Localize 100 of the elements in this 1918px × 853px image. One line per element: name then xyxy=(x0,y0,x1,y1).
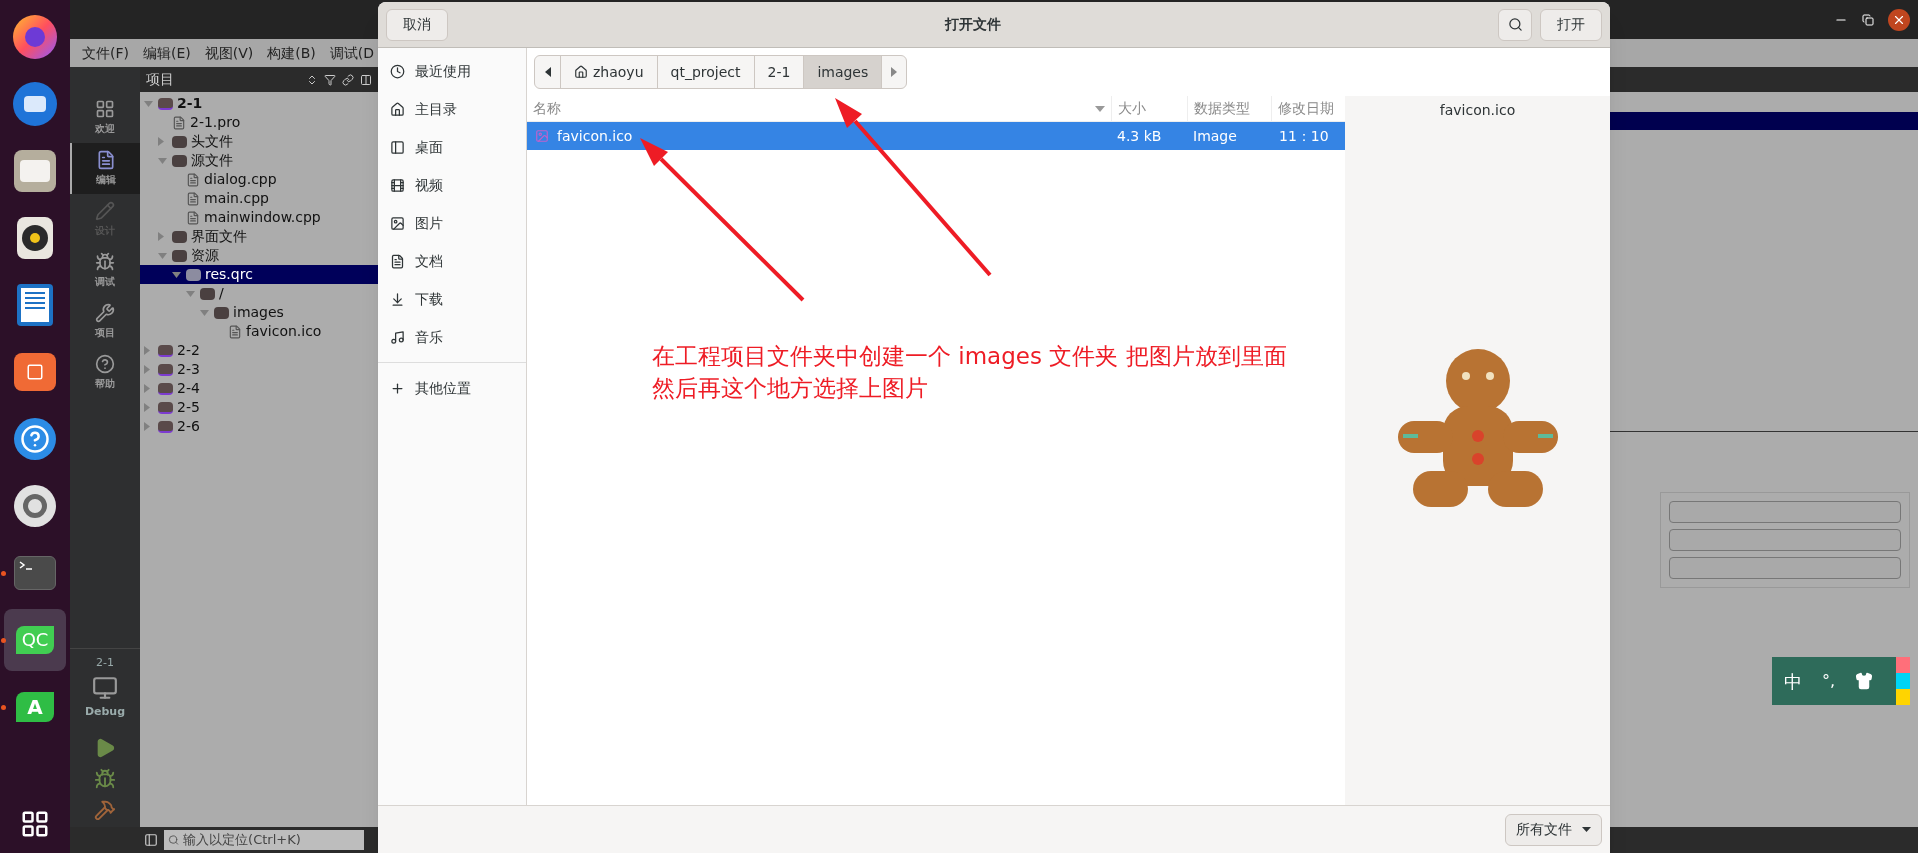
preview-file-name: favicon.ico xyxy=(1439,101,1516,120)
place-item[interactable]: 图片 xyxy=(378,204,526,242)
tree-item[interactable]: 2-1.pro xyxy=(140,113,378,132)
file-size: 4.3 kB xyxy=(1116,126,1163,146)
input-mode-label[interactable]: 中 xyxy=(1772,667,1814,695)
link-icon[interactable] xyxy=(342,73,354,86)
folder-icon xyxy=(214,306,229,319)
input-field[interactable] xyxy=(1669,557,1901,579)
tree-item[interactable]: mainwindow.cpp xyxy=(140,208,378,227)
file-icon xyxy=(228,324,242,339)
place-item[interactable]: 最近使用 xyxy=(378,52,526,90)
mode-symbol-icon xyxy=(96,150,116,170)
annotation-text: 在工程项目文件夹中创建一个 images 文件夹 把图片放到里面 然后再这个地方选择上图片 xyxy=(652,342,1287,403)
place-item[interactable]: 音乐 xyxy=(378,318,526,356)
mode-symbol-icon xyxy=(95,201,115,221)
tree-item[interactable]: 资源 xyxy=(140,246,378,265)
place-icon xyxy=(390,215,405,231)
place-item[interactable]: 其他位置 xyxy=(378,369,526,407)
build-icon[interactable] xyxy=(94,799,116,821)
place-item[interactable]: 桌面 xyxy=(378,128,526,166)
document-icon[interactable] xyxy=(17,284,53,326)
debug-run-icon[interactable] xyxy=(94,768,116,790)
folder-icon xyxy=(158,420,173,433)
mode-button[interactable]: 项目 xyxy=(70,296,140,347)
tree-item[interactable]: 头文件 xyxy=(140,132,378,151)
menu-item[interactable]: 视图(V) xyxy=(204,42,254,64)
column-header[interactable]: 大小 xyxy=(1111,96,1187,121)
folder-icon xyxy=(158,344,173,357)
tree-item[interactable]: 2-3 xyxy=(140,360,378,379)
cancel-button[interactable]: 取消 xyxy=(386,8,448,41)
help-icon[interactable] xyxy=(14,418,56,460)
home-icon xyxy=(574,65,588,79)
file-name: favicon.ico xyxy=(557,126,633,146)
place-item[interactable]: 视频 xyxy=(378,166,526,204)
file-type-dropdown[interactable]: 所有文件 xyxy=(1505,813,1602,846)
open-button[interactable]: 打开 xyxy=(1540,8,1602,41)
place-item[interactable]: 下载 xyxy=(378,280,526,318)
tree-item[interactable]: 源文件 xyxy=(140,151,378,170)
tree-item[interactable]: 界面文件 xyxy=(140,227,378,246)
file-icon xyxy=(186,210,200,225)
sidebar-toggle-icon[interactable] xyxy=(144,833,158,847)
menu-item[interactable]: 调试(D xyxy=(329,42,375,64)
place-icon xyxy=(390,253,405,269)
mode-button[interactable]: 调试 xyxy=(70,245,140,296)
tree-item[interactable]: 2-1 xyxy=(140,94,378,113)
tree-item[interactable]: favicon.ico xyxy=(140,322,378,341)
menu-item[interactable]: 构建(B) xyxy=(267,42,316,64)
place-icon xyxy=(390,380,405,396)
kit-build-label: Debug xyxy=(84,703,126,720)
punctuation-label[interactable]: °, xyxy=(1814,669,1844,693)
filter-icon[interactable] xyxy=(324,73,336,86)
mode-button[interactable]: 编辑 xyxy=(70,143,140,194)
restore-icon[interactable] xyxy=(1862,13,1874,26)
mode-button[interactable]: 帮助 xyxy=(70,347,140,398)
place-icon xyxy=(390,329,405,345)
tree-item[interactable]: dialog.cpp xyxy=(140,170,378,189)
place-icon xyxy=(390,139,405,155)
mode-button[interactable]: 欢迎 xyxy=(70,92,140,143)
place-item[interactable]: 文档 xyxy=(378,242,526,280)
place-item[interactable]: 主目录 xyxy=(378,90,526,128)
monitor-icon[interactable] xyxy=(92,674,118,701)
file-row[interactable]: favicon.ico 4.3 kB Image 11：10 xyxy=(527,122,1345,150)
split-icon[interactable] xyxy=(360,73,372,86)
folder-icon xyxy=(158,401,173,414)
input-field[interactable] xyxy=(1669,501,1901,523)
menu-item[interactable]: 文件(F) xyxy=(82,42,129,64)
dialog-title: 打开文件 xyxy=(943,15,1002,34)
folder-icon xyxy=(158,97,173,110)
tree-item[interactable]: images xyxy=(140,303,378,322)
path-segment[interactable]: images xyxy=(804,56,883,88)
mode-symbol-icon xyxy=(95,252,115,272)
close-button[interactable] xyxy=(1888,8,1910,31)
tree-item[interactable]: 2-5 xyxy=(140,398,378,417)
column-header[interactable]: 数据类型 xyxy=(1187,96,1271,121)
tree-item[interactable]: 2-2 xyxy=(140,341,378,360)
input-field[interactable] xyxy=(1669,529,1901,551)
tree-item[interactable]: 2-4 xyxy=(140,379,378,398)
folder-icon[interactable] xyxy=(14,150,56,192)
search-button[interactable] xyxy=(1498,8,1532,41)
terminal-icon[interactable] xyxy=(14,556,56,590)
tree-item[interactable]: / xyxy=(140,284,378,303)
locator-field[interactable]: 输入以定位(Ctrl+K) xyxy=(164,830,364,850)
tree-item[interactable]: main.cpp xyxy=(140,189,378,208)
menu-item[interactable]: 编辑(E) xyxy=(143,42,191,64)
column-header[interactable]: 名称 xyxy=(527,96,1111,121)
file-type: Image xyxy=(1192,126,1238,146)
file-icon xyxy=(172,115,186,130)
tree-item[interactable]: res.qrc xyxy=(140,265,378,284)
sort-icon[interactable] xyxy=(306,73,318,86)
path-segment[interactable]: qt_project xyxy=(657,56,755,88)
app-grid-icon[interactable] xyxy=(20,809,50,839)
folder-icon xyxy=(172,230,187,243)
speaker-icon[interactable] xyxy=(17,217,53,259)
file-icon xyxy=(186,172,200,187)
search-icon xyxy=(168,834,180,846)
tree-item[interactable]: 2-6 xyxy=(140,417,378,436)
expand-arrow-icon[interactable] xyxy=(172,271,182,278)
shirt-icon[interactable] xyxy=(1855,672,1874,690)
path-segment[interactable]: zhaoyu xyxy=(561,56,658,88)
search-icon xyxy=(1507,17,1523,32)
